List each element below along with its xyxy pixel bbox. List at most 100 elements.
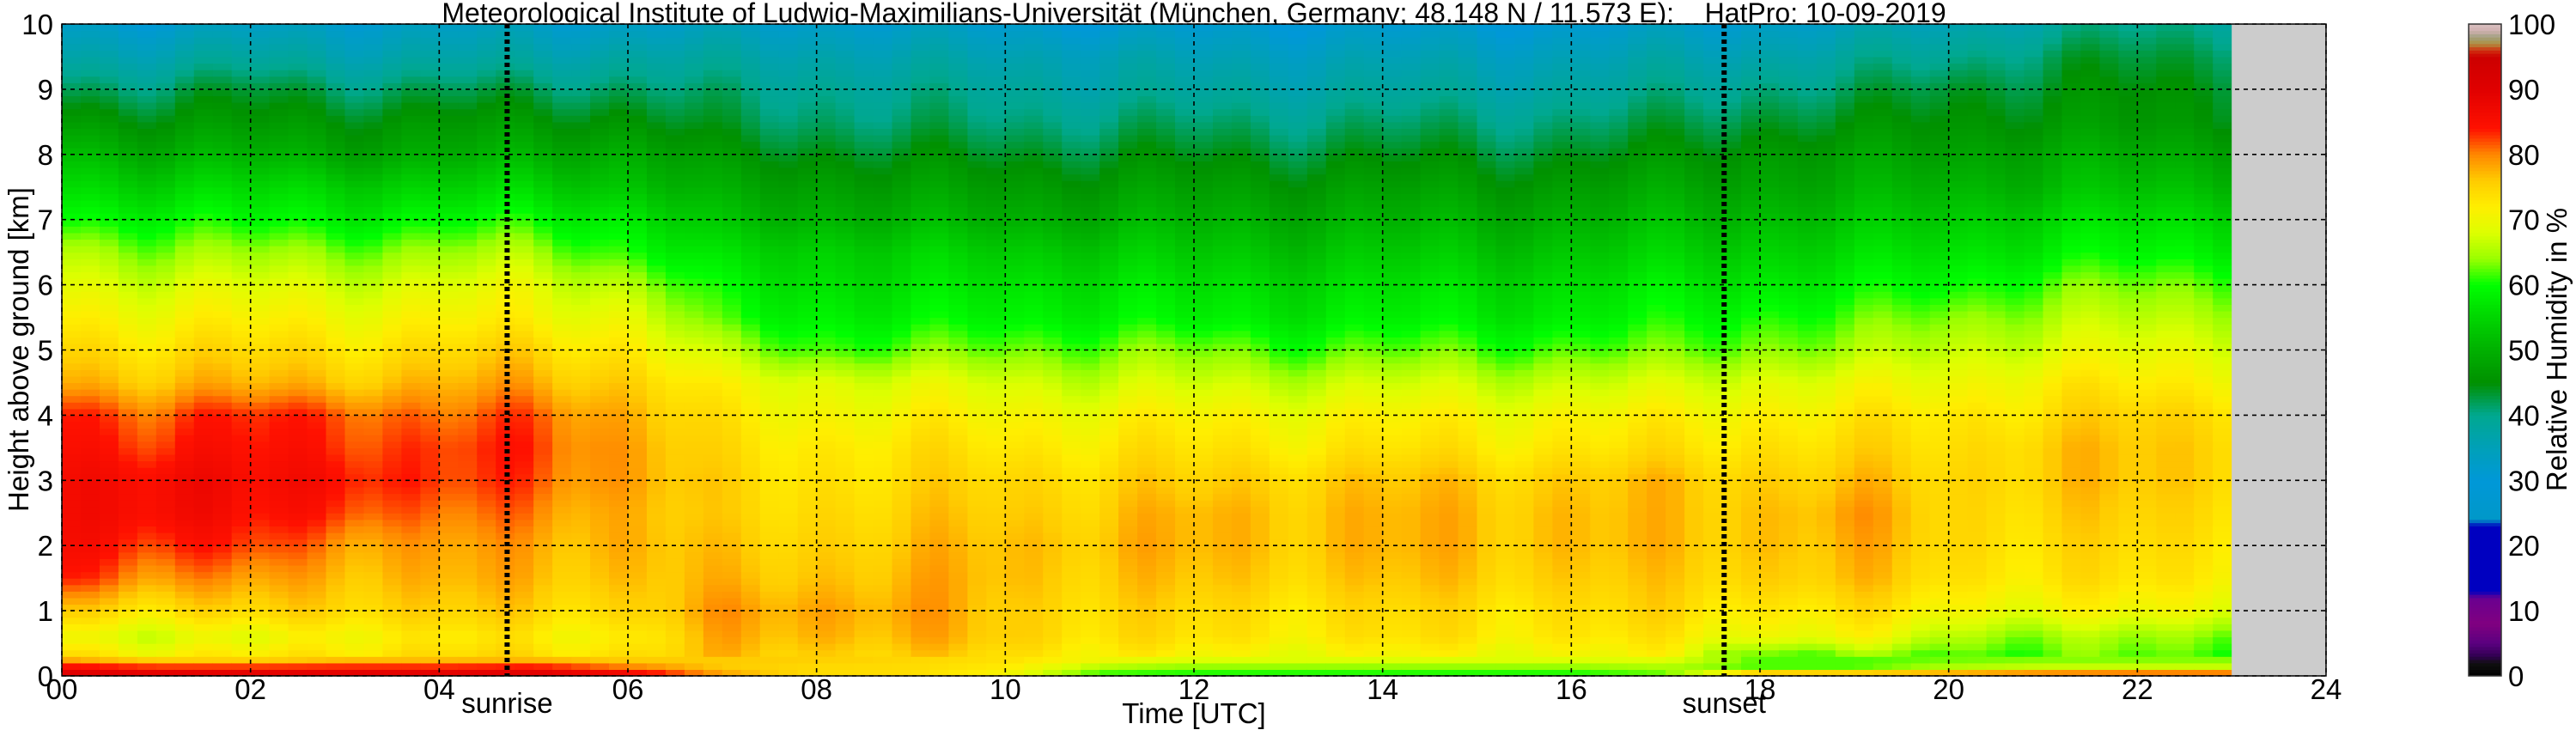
heatmap-cell [99, 135, 119, 143]
heatmap-cell [137, 630, 157, 638]
heatmap-cell [892, 30, 912, 38]
heatmap-cell [401, 135, 421, 143]
heatmap-cell [288, 252, 308, 259]
heatmap-cell [684, 513, 704, 520]
heatmap-cell [420, 284, 440, 292]
heatmap-cell [722, 617, 742, 624]
heatmap-cell [420, 219, 440, 227]
heatmap-cell [703, 389, 723, 397]
heatmap-cell [326, 649, 346, 657]
heatmap-cell [80, 447, 100, 455]
heatmap-cell [363, 526, 384, 533]
heatmap-cell [269, 545, 289, 553]
heatmap-cell [948, 578, 968, 586]
heatmap-cell [515, 24, 534, 32]
heatmap-cell [646, 513, 667, 520]
heatmap-cell [477, 656, 496, 664]
heatmap-cell [193, 88, 214, 97]
heatmap-cell [835, 493, 856, 501]
heatmap-cell [155, 95, 176, 103]
heatmap-cell [873, 630, 893, 638]
heatmap-cell [590, 506, 610, 514]
heatmap-cell [684, 441, 704, 448]
heatmap-cell [382, 239, 402, 246]
heatmap-cell [552, 624, 572, 631]
heatmap-cell [62, 564, 82, 573]
heatmap-cell [458, 526, 478, 533]
heatmap-cell [816, 291, 837, 299]
heatmap-cell [231, 121, 252, 130]
heatmap-cell [609, 232, 629, 240]
heatmap-cell [986, 571, 1006, 579]
heatmap-cell [684, 526, 704, 533]
heatmap-cell [740, 564, 761, 573]
heatmap-cell [948, 95, 968, 103]
heatmap-cell [515, 37, 534, 45]
heatmap-cell [684, 30, 704, 38]
heatmap-cell [477, 630, 496, 638]
heatmap-cell [646, 350, 667, 357]
heatmap-cell [816, 662, 837, 671]
heatmap-cell [99, 154, 119, 161]
heatmap-cell [910, 310, 931, 319]
heatmap-cell [892, 63, 912, 70]
heatmap-cell [967, 135, 987, 143]
heatmap-cell [231, 513, 252, 520]
heatmap-cell [118, 551, 138, 559]
heatmap-cell [212, 226, 233, 234]
heatmap-cell [212, 239, 233, 246]
heatmap-cell [835, 337, 856, 344]
heatmap-cell [62, 428, 82, 435]
heatmap-cell [590, 526, 610, 533]
heatmap-cell [477, 571, 496, 579]
heatmap-cell [571, 161, 591, 168]
heatmap-cell [344, 186, 365, 194]
heatmap-cell [344, 330, 365, 338]
heatmap-cell [363, 435, 384, 442]
heatmap-cell [628, 467, 648, 475]
heatmap-cell [873, 597, 893, 605]
heatmap-cell [420, 324, 440, 332]
heatmap-cell [307, 356, 327, 364]
heatmap-cell [288, 500, 308, 508]
heatmap-cell [778, 37, 799, 45]
heatmap-cell [326, 545, 346, 553]
heatmap-cell [552, 571, 572, 579]
heatmap-cell [420, 239, 440, 246]
heatmap-cell [174, 193, 195, 201]
heatmap-cell [646, 271, 667, 279]
heatmap-cell [797, 259, 818, 266]
heatmap-cell [835, 317, 856, 325]
heatmap-cell [99, 356, 119, 364]
heatmap-cell [854, 141, 874, 149]
heatmap-cell [722, 232, 742, 240]
heatmap-cell [193, 304, 214, 312]
heatmap-cell [363, 617, 384, 624]
heatmap-cell [382, 369, 402, 377]
heatmap-cell [665, 519, 685, 527]
heatmap-cell [307, 310, 327, 319]
heatmap-cell [458, 135, 478, 143]
heatmap-cell [118, 56, 138, 64]
heatmap-cell [439, 453, 459, 462]
heatmap-cell [477, 558, 496, 566]
heatmap-cell [910, 246, 931, 253]
heatmap-cell [684, 246, 704, 253]
heatmap-cell [722, 108, 742, 116]
heatmap-cell [326, 310, 346, 319]
heatmap-cell [948, 584, 968, 592]
heatmap-cell [174, 206, 195, 214]
heatmap-cell [80, 480, 100, 488]
heatmap-cell [420, 564, 440, 573]
heatmap-cell [118, 656, 138, 664]
heatmap-cell [515, 545, 534, 553]
heatmap-cell [231, 330, 252, 338]
heatmap-cell [212, 362, 233, 370]
heatmap-cell [722, 265, 742, 273]
heatmap-cell [628, 519, 648, 527]
heatmap-cell [288, 284, 308, 292]
heatmap-cell [80, 304, 100, 312]
heatmap-cell [99, 180, 119, 188]
heatmap-cell [118, 24, 138, 32]
heatmap-cell [288, 297, 308, 305]
